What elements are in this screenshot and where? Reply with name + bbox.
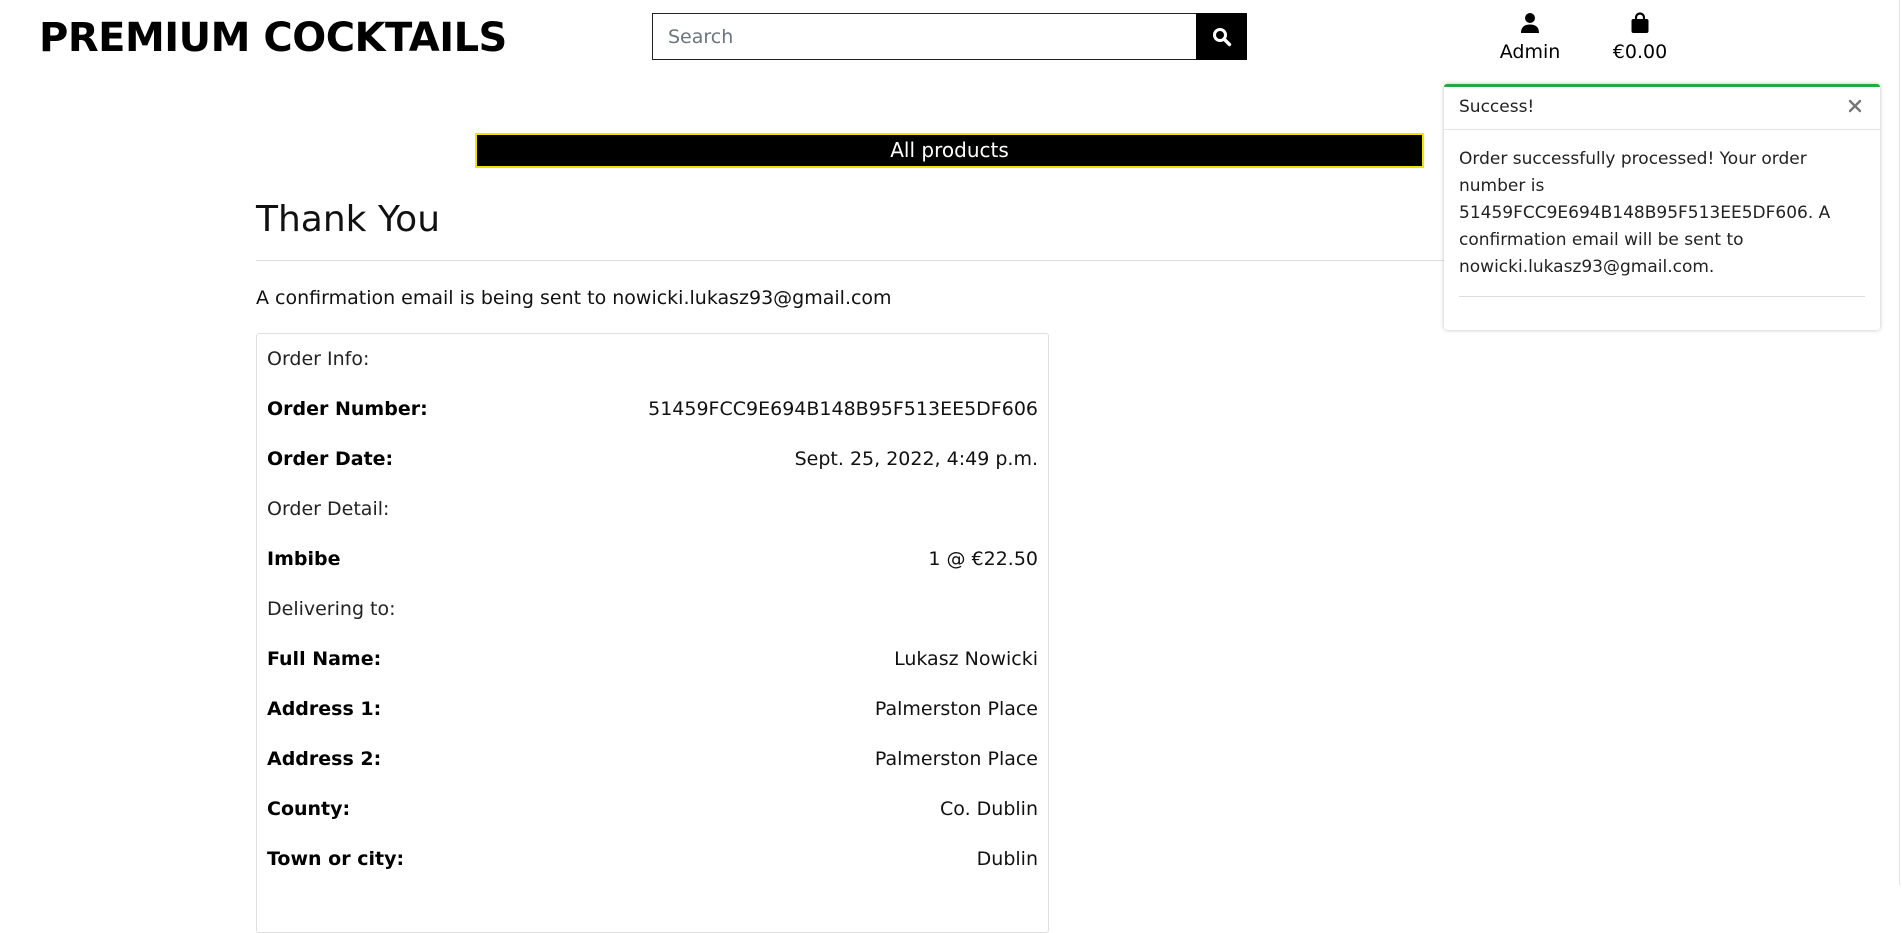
delivery-value: Dublin xyxy=(976,848,1038,870)
user-icon xyxy=(1521,13,1539,33)
success-toast: Success! Order successfully processed! Y… xyxy=(1444,84,1880,330)
order-info-heading: Order Info: xyxy=(267,348,370,370)
window-scrollbar-edge xyxy=(1899,0,1900,885)
shopping-bag-link[interactable]: €0.00 xyxy=(1598,12,1682,64)
search-button[interactable] xyxy=(1196,13,1247,60)
delivery-value: Palmerston Place xyxy=(874,748,1038,770)
title-divider xyxy=(256,260,1466,261)
delivery-value: Co. Dublin xyxy=(940,798,1038,820)
delivery-county-row: County: Co. Dublin xyxy=(267,794,1038,824)
delivery-label: Address 2: xyxy=(267,748,382,770)
order-date-label: Order Date: xyxy=(267,448,394,470)
order-date-row: Order Date: Sept. 25, 2022, 4:49 p.m. xyxy=(267,444,1038,474)
order-date-value: Sept. 25, 2022, 4:49 p.m. xyxy=(794,448,1038,470)
delivery-label: Full Name: xyxy=(267,648,382,670)
toast-header: Success! xyxy=(1444,87,1880,130)
toast-divider xyxy=(1459,296,1865,297)
order-summary-card: Order Info: Order Number: 51459FCC9E694B… xyxy=(256,333,1049,933)
delivery-full-name-row: Full Name: Lukasz Nowicki xyxy=(267,644,1038,674)
order-detail-heading: Order Detail: xyxy=(267,498,390,520)
main-nav: All products xyxy=(475,133,1424,168)
order-number-label: Order Number: xyxy=(267,398,428,420)
delivery-value: Palmerston Place xyxy=(874,698,1038,720)
search-icon xyxy=(1212,27,1231,46)
shopping-bag-icon xyxy=(1631,12,1649,33)
site-logo[interactable]: PREMIUM COCKTAILS xyxy=(39,10,507,66)
toast-title: Success! xyxy=(1459,97,1535,117)
account-menu[interactable]: Admin xyxy=(1490,12,1570,64)
order-number-row: Order Number: 51459FCC9E694B148B95F513EE… xyxy=(267,394,1038,424)
confirmation-message: A confirmation email is being sent to no… xyxy=(256,287,892,309)
account-label: Admin xyxy=(1499,41,1561,63)
order-item-qty-price: 1 @ €22.50 xyxy=(928,548,1038,570)
delivery-town-row: Town or city: Dublin xyxy=(267,844,1038,874)
toast-close-button[interactable] xyxy=(1844,95,1866,117)
delivery-label: Town or city: xyxy=(267,848,405,870)
page-title: Thank You xyxy=(256,199,441,240)
order-number-value: 51459FCC9E694B148B95F513EE5DF606 xyxy=(648,398,1038,420)
search-form xyxy=(652,13,1247,60)
delivery-heading: Delivering to: xyxy=(267,598,396,620)
delivery-address1-row: Address 1: Palmerston Place xyxy=(267,694,1038,724)
toast-message: Order successfully processed! Your order… xyxy=(1459,149,1831,277)
delivery-label: County: xyxy=(267,798,351,820)
bag-total: €0.00 xyxy=(1612,41,1668,63)
order-item-name: Imbibe xyxy=(267,548,341,570)
delivery-label: Address 1: xyxy=(267,698,382,720)
delivery-address2-row: Address 2: Palmerston Place xyxy=(267,744,1038,774)
search-input[interactable] xyxy=(652,13,1196,60)
order-item-row: Imbibe 1 @ €22.50 xyxy=(267,544,1038,574)
delivery-value: Lukasz Nowicki xyxy=(894,648,1038,670)
nav-all-products[interactable]: All products xyxy=(890,135,1009,166)
close-icon xyxy=(1848,99,1862,113)
